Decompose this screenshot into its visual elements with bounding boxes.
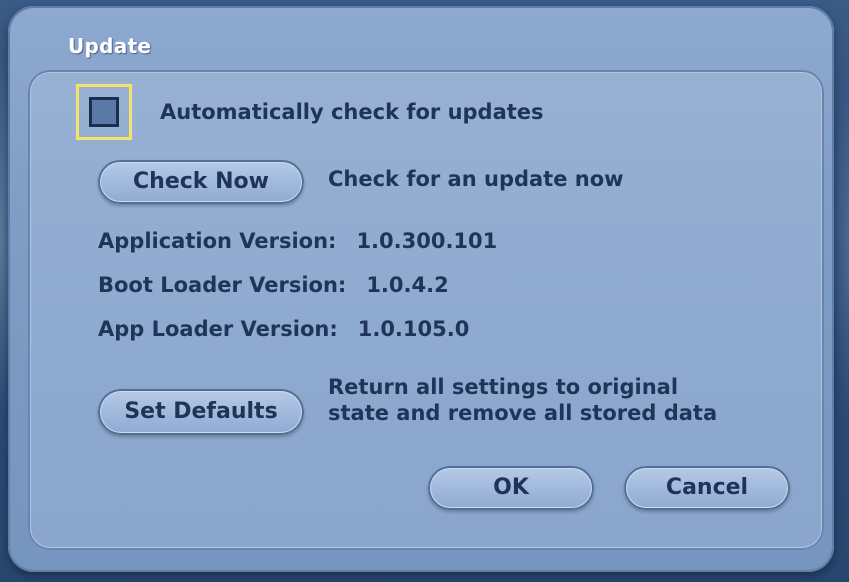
app-loader-version-value: 1.0.105.0 — [357, 317, 470, 341]
set-defaults-button[interactable]: Set Defaults — [98, 389, 304, 435]
application-version-label: Application Version: — [98, 229, 337, 253]
checkbox-box-icon — [89, 97, 119, 127]
screen-background: Update Automatically check for updates C… — [0, 0, 849, 582]
ok-button[interactable]: OK — [428, 466, 594, 510]
application-version-value: 1.0.300.101 — [356, 229, 498, 253]
boot-loader-version-value: 1.0.4.2 — [366, 273, 449, 297]
set-defaults-description-line2: state and remove all stored data — [328, 401, 718, 425]
auto-check-checkbox[interactable] — [76, 84, 132, 140]
app-loader-version-label: App Loader Version: — [98, 317, 338, 341]
set-defaults-description-line1: Return all settings to original — [328, 375, 679, 399]
boot-loader-version-label: Boot Loader Version: — [98, 273, 347, 297]
cancel-button[interactable]: Cancel — [624, 466, 790, 510]
auto-check-label: Automatically check for updates — [160, 100, 544, 124]
set-defaults-description: Return all settings to original state an… — [328, 374, 717, 426]
check-now-button[interactable]: Check Now — [98, 160, 304, 204]
app-loader-version-row: App Loader Version: 1.0.105.0 — [98, 317, 469, 341]
update-dialog: Update Automatically check for updates C… — [8, 6, 834, 572]
check-now-description: Check for an update now — [328, 167, 624, 191]
boot-loader-version-row: Boot Loader Version: 1.0.4.2 — [98, 273, 449, 297]
application-version-row: Application Version: 1.0.300.101 — [98, 229, 497, 253]
dialog-title: Update — [68, 34, 152, 58]
